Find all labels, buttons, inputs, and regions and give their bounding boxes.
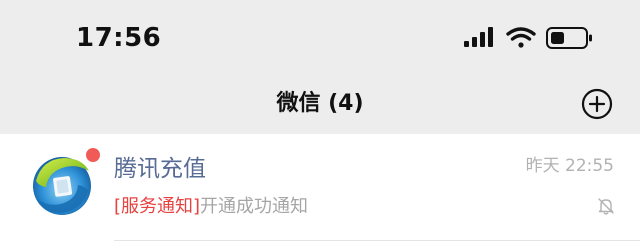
page-title: 微信 (4) — [276, 91, 364, 116]
preview-tag: [服务通知] — [114, 196, 201, 217]
avatar — [30, 148, 100, 217]
tencent-recharge-logo — [33, 157, 91, 215]
plus-circle-icon — [581, 88, 613, 120]
status-icons — [464, 27, 592, 49]
unread-dot — [86, 148, 100, 162]
status-time: 17:56 — [76, 23, 162, 53]
add-button[interactable] — [581, 88, 613, 120]
chat-time: 昨天 22:55 — [525, 156, 614, 176]
nav-bar: 微信 (4) — [0, 78, 640, 134]
preview-text: 开通成功通知 — [200, 196, 309, 217]
divider — [114, 240, 640, 241]
wifi-icon — [506, 27, 536, 48]
chat-item-tencent-recharge[interactable]: 腾讯充值 昨天 22:55 [服务通知]开通成功通知 — [0, 134, 640, 243]
status-bar: 17:56 — [0, 0, 640, 78]
mute-bell-icon — [598, 198, 614, 215]
chat-name: 腾讯充值 — [114, 156, 206, 182]
chat-preview: [服务通知]开通成功通知 — [114, 195, 308, 219]
chat-list: 腾讯充值 昨天 22:55 [服务通知]开通成功通知 — [0, 134, 640, 243]
cellular-signal-icon — [464, 27, 493, 47]
battery-icon — [546, 27, 592, 49]
